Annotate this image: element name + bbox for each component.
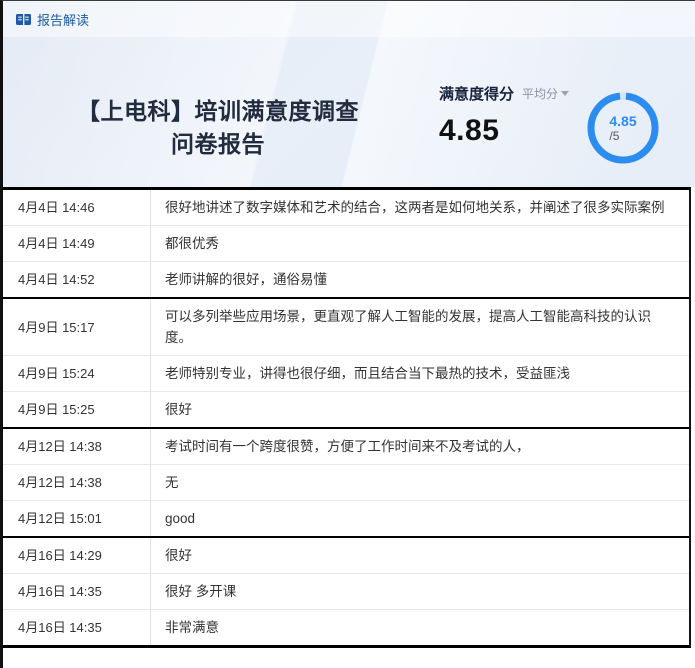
row-time: 4月4日 14:46 bbox=[3, 190, 151, 225]
page-title: 【上电科】培训满意度调查 问卷报告 bbox=[3, 95, 433, 167]
header-body: 【上电科】培训满意度调查 问卷报告 满意度得分 平均分 4.85 bbox=[3, 37, 695, 167]
comment-group-apr9: 4月9日 15:17 可以多列举些应用场景，更直观了解人工智能的发展，提高人工智… bbox=[3, 297, 689, 427]
book-icon bbox=[16, 13, 31, 26]
row-time: 4月9日 15:24 bbox=[3, 356, 151, 391]
row-time: 4月12日 15:01 bbox=[3, 501, 151, 536]
comment-group-apr16: 4月16日 14:29 很好 4月16日 14:35 很好 多开课 4月16日 … bbox=[3, 536, 689, 645]
row-time: 4月12日 14:38 bbox=[3, 429, 151, 464]
table-row: 4月4日 14:46 很好地讲述了数字媒体和艺术的结合，这两者是如何地关系，并阐… bbox=[3, 190, 689, 225]
table-row: 4月12日 14:38 考试时间有一个跨度很赞，方便了工作时间来不及考试的人， bbox=[3, 429, 689, 464]
row-time: 4月9日 15:17 bbox=[3, 299, 151, 355]
row-comment: 非常满意 bbox=[151, 610, 689, 645]
gauge-value: 4.85 bbox=[609, 113, 636, 129]
comment-group-apr12: 4月12日 14:38 考试时间有一个跨度很赞，方便了工作时间来不及考试的人， … bbox=[3, 427, 689, 536]
table-row: 4月4日 14:52 老师讲解的很好，通俗易懂 bbox=[3, 261, 689, 297]
comments-table: 4月4日 14:46 很好地讲述了数字媒体和艺术的结合，这两者是如何地关系，并阐… bbox=[3, 187, 691, 648]
table-row: 4月9日 15:25 很好 bbox=[3, 391, 689, 427]
row-comment: 老师讲解的很好，通俗易懂 bbox=[151, 262, 689, 297]
row-time: 4月12日 14:38 bbox=[3, 465, 151, 500]
score-value: 4.85 bbox=[439, 114, 554, 148]
row-time: 4月4日 14:52 bbox=[3, 262, 151, 297]
table-row: 4月9日 15:24 老师特别专业，讲得也很仔细，而且结合当下最热的技术，受益匪… bbox=[3, 355, 689, 391]
topbar: 报告解读 bbox=[3, 1, 695, 37]
row-time: 4月16日 14:29 bbox=[3, 538, 151, 573]
table-row: 4月16日 14:35 很好 多开课 bbox=[3, 573, 689, 609]
row-time: 4月9日 15:25 bbox=[3, 392, 151, 427]
row-comment: 考试时间有一个跨度很赞，方便了工作时间来不及考试的人， bbox=[151, 429, 689, 464]
comment-group-apr4: 4月4日 14:46 很好地讲述了数字媒体和艺术的结合，这两者是如何地关系，并阐… bbox=[3, 190, 689, 297]
row-comment: 老师特别专业，讲得也很仔细，而且结合当下最热的技术，受益匪浅 bbox=[151, 356, 689, 391]
report-header: 报告解读 【上电科】培训满意度调查 问卷报告 满意度得分 平均分 4.8 bbox=[3, 1, 695, 187]
row-comment: 都很优秀 bbox=[151, 226, 689, 261]
nav-report-interpretation[interactable]: 报告解读 bbox=[16, 10, 89, 29]
row-comment: 很好 bbox=[151, 538, 689, 573]
page-title-line2: 问卷报告 bbox=[3, 128, 433, 161]
score-gauge: 4.85 /5 bbox=[584, 89, 662, 167]
row-comment: 很好 bbox=[151, 392, 689, 427]
table-row: 4月12日 15:01 good bbox=[3, 500, 689, 536]
row-comment: 无 bbox=[151, 465, 689, 500]
row-comment: 很好 多开课 bbox=[151, 574, 689, 609]
row-comment: 很好地讲述了数字媒体和艺术的结合，这两者是如何地关系，并阐述了很多实际案例 bbox=[151, 190, 689, 225]
page-title-line1: 【上电科】培训满意度调查 bbox=[3, 95, 433, 128]
table-row: 4月16日 14:29 很好 bbox=[3, 538, 689, 573]
report-page: 报告解读 【上电科】培训满意度调查 问卷报告 满意度得分 平均分 4.8 bbox=[0, 0, 695, 668]
table-row: 4月9日 15:17 可以多列举些应用场景，更直观了解人工智能的发展，提高人工智… bbox=[3, 299, 689, 355]
caret-down-icon bbox=[561, 91, 569, 96]
score-mode-dropdown[interactable]: 平均分 bbox=[522, 85, 569, 102]
table-row: 4月4日 14:49 都很优秀 bbox=[3, 225, 689, 261]
score-mode-label: 平均分 bbox=[522, 85, 558, 102]
row-time: 4月16日 14:35 bbox=[3, 610, 151, 645]
table-row: 4月12日 14:38 无 bbox=[3, 464, 689, 500]
row-time: 4月4日 14:49 bbox=[3, 226, 151, 261]
score-label: 满意度得分 bbox=[439, 83, 514, 104]
row-time: 4月16日 14:35 bbox=[3, 574, 151, 609]
score-text-block: 满意度得分 平均分 4.85 bbox=[439, 83, 554, 167]
nav-label: 报告解读 bbox=[37, 10, 89, 29]
gauge-text: 4.85 /5 bbox=[584, 89, 662, 167]
table-row: 4月16日 14:35 非常满意 bbox=[3, 609, 689, 645]
row-comment: 可以多列举些应用场景，更直观了解人工智能的发展，提高人工智能高科技的认识度。 bbox=[151, 299, 689, 355]
satisfaction-score-panel: 满意度得分 平均分 4.85 4.85 bbox=[439, 83, 662, 167]
gauge-max: /5 bbox=[609, 129, 619, 144]
row-comment: good bbox=[151, 501, 689, 536]
